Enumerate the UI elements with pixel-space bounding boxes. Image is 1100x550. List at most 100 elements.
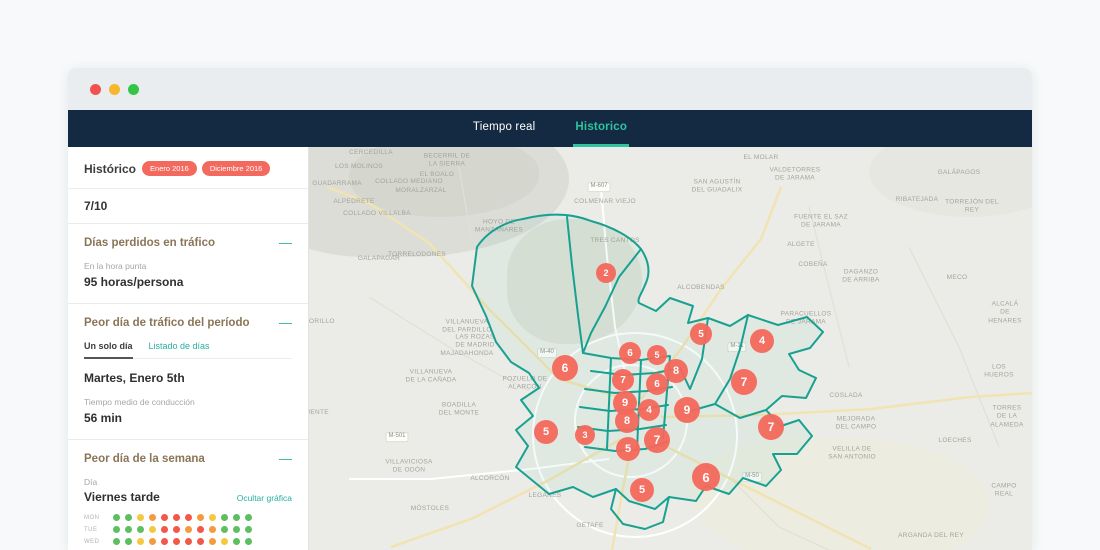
heatmap-dot [197,514,204,521]
traffic-marker[interactable]: 5 [690,323,712,345]
traffic-marker[interactable]: 8 [615,409,639,433]
traffic-marker[interactable]: 2 [596,263,616,283]
map-label: PARACUELLOS DE JARAMA [781,311,832,328]
heatmap-row: WED [84,538,292,545]
map-label: COBEÑA [798,261,827,269]
heatmap-dot [197,526,204,533]
traffic-marker[interactable]: 3 [575,425,595,445]
terrain-hills [869,147,1032,217]
district-boundaries [309,147,1032,550]
hide-chart-link[interactable]: Ocultar gráfica [237,493,292,503]
heatmap-dot [161,538,168,545]
sidebar-header: Histórico Enero 2016Diciembre 2016 [68,147,308,189]
heatmap-row-label: MON [84,515,106,521]
map-label: TORRELODONES [388,251,446,259]
tab-single-day[interactable]: Un solo día [84,341,133,359]
map-label: LOECHES [938,437,971,445]
map-label: VELILLA DE SAN ANTONIO [828,446,876,463]
metric-sublabel: En la hora punta [84,261,292,271]
heatmap-dot [137,538,144,545]
heatmap-dot [233,526,240,533]
map-label: COLLADO MEDIANO [375,178,443,186]
map-label: LOS MOLINOS [335,163,383,171]
collapse-icon[interactable] [279,238,292,248]
heatmap-dot [161,526,168,533]
heatmap-row-label: WED [84,539,106,545]
heatmap-dot [173,526,180,533]
window-close-button[interactable] [90,84,101,95]
heatmap-dot [197,538,204,545]
traffic-marker[interactable]: 7 [644,427,670,453]
collapse-icon[interactable] [279,318,292,328]
heatmap-dot [209,538,216,545]
heatmap-dot [137,514,144,521]
traffic-marker[interactable]: 4 [750,329,774,353]
period-badges: Enero 2016 Diciembre 2016 [142,161,270,176]
map-label: COSLADA [829,392,862,400]
section-worst-day: Peor día de tráfico del período Un solo … [68,304,308,440]
traffic-marker[interactable]: 5 [616,437,640,461]
heatmap-row: MON [84,514,292,521]
map-label: MEJORADA DEL CAMPO [836,416,877,433]
map-markers: 254658676794985377565 [309,147,1032,550]
traffic-marker[interactable]: 5 [630,478,654,502]
map-label: ALCALÁ DE HENARES [988,300,1022,325]
traffic-marker[interactable]: 5 [647,345,667,365]
map-label: DAGANZO DE ARRIBA [842,269,879,286]
tab-historico[interactable]: Historico [573,110,629,147]
metric-sublabel: Día [84,477,292,487]
window-zoom-button[interactable] [128,84,139,95]
traffic-map[interactable]: CERCEDILLALOS MOLINOSGUADARRAMABECERRIL … [309,147,1032,550]
traffic-marker[interactable]: 6 [646,373,668,395]
map-label: VILLANUEVA DEL PARDILLO [442,319,491,336]
heatmap-dot [245,526,252,533]
heatmap-dot [185,526,192,533]
map-label: MÓSTOLES [411,505,449,513]
map-label: GALAPAGAR [358,255,400,263]
traffic-marker[interactable]: 6 [692,463,720,491]
road-label: M-50 [742,472,762,482]
metric-value: 56 min [84,411,292,425]
map-label: EL MOLAR [743,154,778,162]
collapse-icon[interactable] [279,454,292,464]
tab-day-list[interactable]: Listado de días [149,341,210,358]
window-minimize-button[interactable] [109,84,120,95]
roads-layer [309,147,1032,550]
heatmap-dot [125,526,132,533]
map-label: ARGANDA DEL REY [898,532,964,540]
traffic-marker[interactable]: 6 [552,355,578,381]
heatmap-dot [149,526,156,533]
top-tabs: Tiempo real Historico [68,110,1032,147]
traffic-marker[interactable]: 6 [619,342,641,364]
traffic-marker[interactable]: 9 [674,397,700,423]
map-label: ALPEDRETE [333,198,374,206]
map-label: CERCEDILLA [349,149,393,157]
map-label: CAMPO REAL [990,483,1018,500]
period-badge[interactable]: Diciembre 2016 [202,161,271,176]
heatmap-dot [209,514,216,521]
weekday-heatmap: MONTUEWED [84,514,292,545]
window-chrome-bar [68,68,1032,110]
heatmap-dot [245,514,252,521]
traffic-marker[interactable]: 7 [731,369,757,395]
map-labels: CERCEDILLALOS MOLINOSGUADARRAMABECERRIL … [309,147,1032,550]
heatmap-dot [221,526,228,533]
app-window: Tiempo realHistorico Histórico Enero 201… [68,68,1032,550]
tab-tiempo-real[interactable]: Tiempo real [471,110,538,147]
map-label: TRES CANTOS [590,237,639,245]
section-title: Peor día de la semana [84,453,205,465]
congestion-score: 7/10 [68,189,308,224]
heatmap-dot [221,538,228,545]
traffic-marker[interactable]: 5 [534,420,558,444]
traffic-marker[interactable]: 7 [612,369,634,391]
traffic-marker[interactable]: 4 [638,399,660,421]
traffic-marker[interactable]: 8 [664,359,688,383]
heatmap-dot [221,514,228,521]
heatmap-dot [185,538,192,545]
map-label: GUADARRAMA [312,180,362,188]
heatmap-dot [185,514,192,521]
traffic-marker[interactable]: 7 [758,414,784,440]
period-badge[interactable]: Enero 2016 [142,161,197,176]
map-label: BOADILLA DEL MONTE [439,402,479,419]
map-label: GETAFE [576,522,603,530]
